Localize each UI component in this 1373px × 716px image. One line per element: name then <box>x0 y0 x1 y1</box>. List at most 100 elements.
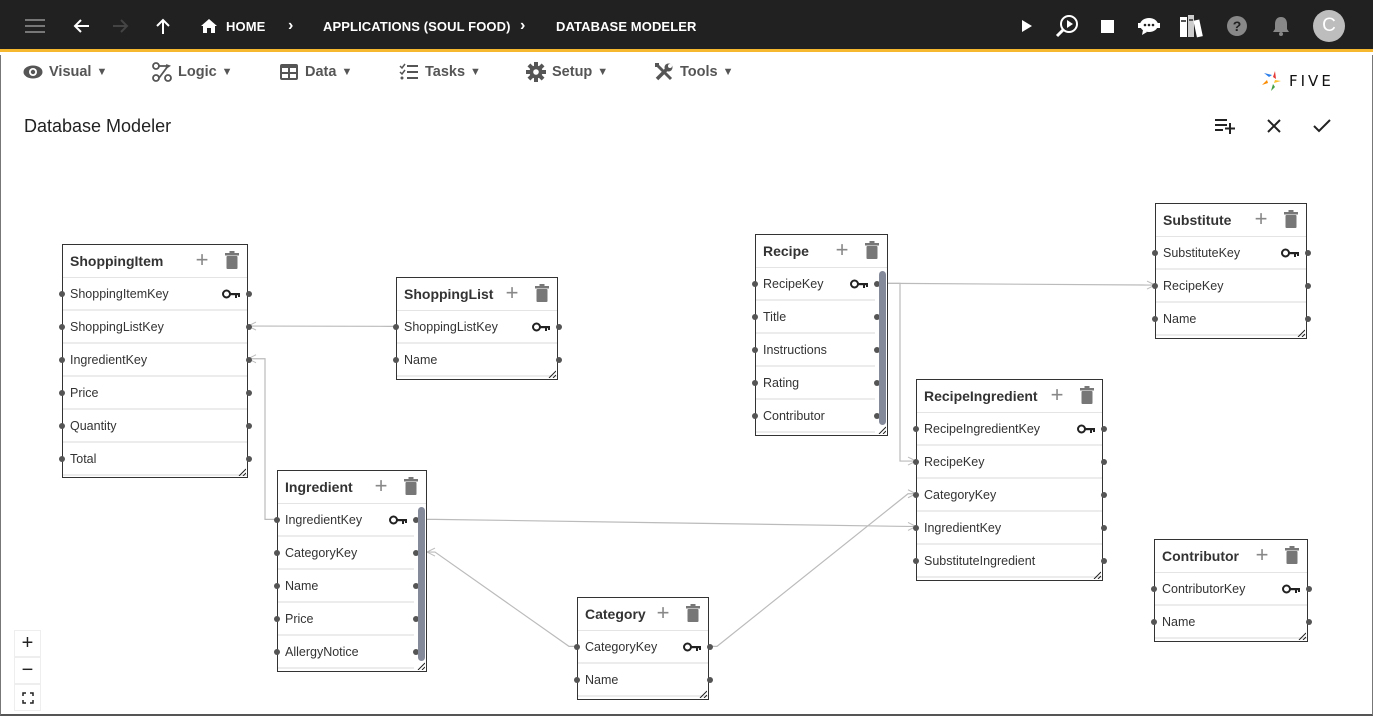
field-row[interactable]: ShoppingItemKey <box>59 278 252 311</box>
relationship-line[interactable] <box>709 493 916 647</box>
field-row[interactable]: Name <box>274 570 419 603</box>
field-row[interactable]: CategoryKey <box>574 631 713 664</box>
right-connector-handle[interactable] <box>246 324 252 330</box>
delete-table-button[interactable] <box>1285 546 1305 566</box>
left-connector-handle[interactable] <box>274 649 280 655</box>
left-connector-handle[interactable] <box>913 492 919 498</box>
field-row[interactable]: Title <box>752 301 880 334</box>
delete-table-button[interactable] <box>1284 210 1304 230</box>
table-header[interactable]: ShoppingList + <box>397 278 557 311</box>
delete-table-button[interactable] <box>865 241 885 261</box>
relationship-line[interactable] <box>427 518 916 528</box>
right-connector-handle[interactable] <box>1306 586 1312 592</box>
field-row[interactable]: SubstituteKey <box>1152 237 1311 270</box>
field-row[interactable]: Name <box>1151 606 1312 639</box>
left-connector-handle[interactable] <box>752 281 758 287</box>
resize-handle[interactable] <box>238 468 246 477</box>
field-row[interactable]: Rating <box>752 367 880 400</box>
right-connector-handle[interactable] <box>707 677 713 683</box>
add-field-button[interactable]: + <box>191 249 213 272</box>
left-connector-handle[interactable] <box>752 314 758 320</box>
table-scrollbar[interactable] <box>879 271 886 425</box>
resize-handle[interactable] <box>1298 632 1306 641</box>
field-row[interactable]: Total <box>59 443 252 476</box>
left-connector-handle[interactable] <box>59 291 65 297</box>
field-row[interactable]: Price <box>274 603 419 636</box>
delete-table-button[interactable] <box>535 284 555 304</box>
field-row[interactable]: IngredientKey <box>274 504 419 537</box>
left-connector-handle[interactable] <box>59 324 65 330</box>
table-header[interactable]: ShoppingItem + <box>63 245 247 278</box>
field-row[interactable]: Instructions <box>752 334 880 367</box>
field-row[interactable]: RecipeKey <box>913 446 1107 479</box>
field-row[interactable]: Name <box>1152 303 1311 336</box>
left-connector-handle[interactable] <box>59 423 65 429</box>
left-connector-handle[interactable] <box>1152 316 1158 322</box>
relationship-line[interactable] <box>427 551 577 647</box>
right-connector-handle[interactable] <box>1305 283 1311 289</box>
left-connector-handle[interactable] <box>59 456 65 462</box>
left-connector-handle[interactable] <box>913 426 919 432</box>
right-connector-handle[interactable] <box>556 324 562 330</box>
right-connector-handle[interactable] <box>556 357 562 363</box>
table-header[interactable]: Recipe + <box>756 235 887 268</box>
left-connector-handle[interactable] <box>752 347 758 353</box>
delete-table-button[interactable] <box>404 477 424 497</box>
field-row[interactable]: SubstituteIngredient <box>913 545 1107 578</box>
left-connector-handle[interactable] <box>1151 619 1157 625</box>
left-connector-handle[interactable] <box>59 357 65 363</box>
right-connector-handle[interactable] <box>246 291 252 297</box>
right-connector-handle[interactable] <box>246 456 252 462</box>
left-connector-handle[interactable] <box>752 413 758 419</box>
right-connector-handle[interactable] <box>1101 426 1107 432</box>
left-connector-handle[interactable] <box>913 525 919 531</box>
relationship-line[interactable] <box>888 282 1155 286</box>
right-connector-handle[interactable] <box>246 357 252 363</box>
table-category[interactable]: Category + CategoryKey Name <box>574 597 713 701</box>
table-ingredient[interactable]: Ingredient + IngredientKey CategoryKey Name P… <box>274 470 427 672</box>
field-row[interactable]: Name <box>574 664 713 697</box>
resize-handle[interactable] <box>1297 329 1305 338</box>
zoom-out-button[interactable]: − <box>14 657 41 684</box>
table-header[interactable]: Contributor + <box>1155 540 1307 573</box>
add-field-button[interactable]: + <box>501 282 523 305</box>
left-connector-handle[interactable] <box>913 459 919 465</box>
left-connector-handle[interactable] <box>59 390 65 396</box>
table-header[interactable]: Substitute + <box>1156 204 1306 237</box>
left-connector-handle[interactable] <box>574 677 580 683</box>
table-shopping-list[interactable]: ShoppingList + ShoppingListKey Name <box>393 277 562 381</box>
add-field-button[interactable]: + <box>831 239 853 262</box>
left-connector-handle[interactable] <box>393 357 399 363</box>
resize-handle[interactable] <box>1093 571 1101 579</box>
table-header[interactable]: RecipeIngredient + <box>917 380 1102 413</box>
field-row[interactable]: ShoppingListKey <box>393 311 562 344</box>
table-recipe-ingredient[interactable]: RecipeIngredient + RecipeIngredientKey Reci… <box>913 379 1107 581</box>
field-row[interactable]: CategoryKey <box>913 479 1107 512</box>
table-header[interactable]: Category + <box>578 598 708 631</box>
add-field-button[interactable]: + <box>370 475 392 498</box>
add-field-button[interactable]: + <box>1250 208 1272 231</box>
left-connector-handle[interactable] <box>1151 586 1157 592</box>
left-connector-handle[interactable] <box>393 324 399 330</box>
fit-view-button[interactable] <box>14 684 41 711</box>
field-row[interactable]: Name <box>393 344 562 377</box>
right-connector-handle[interactable] <box>707 644 713 650</box>
field-row[interactable]: IngredientKey <box>59 344 252 377</box>
relationship-line[interactable] <box>888 282 916 462</box>
field-row[interactable]: Quantity <box>59 410 252 443</box>
zoom-in-button[interactable]: + <box>14 630 41 657</box>
left-connector-handle[interactable] <box>274 616 280 622</box>
right-connector-handle[interactable] <box>1101 558 1107 564</box>
diagram-canvas[interactable]: ShoppingItem + ShoppingItemKey ShoppingList… <box>0 0 1373 716</box>
resize-handle[interactable] <box>878 426 886 434</box>
table-shopping-item[interactable]: ShoppingItem + ShoppingItemKey ShoppingList… <box>59 244 252 479</box>
relationship-line[interactable] <box>248 358 277 520</box>
left-connector-handle[interactable] <box>574 644 580 650</box>
table-scrollbar[interactable] <box>418 507 425 661</box>
delete-table-button[interactable] <box>225 251 245 271</box>
field-row[interactable]: CategoryKey <box>274 537 419 570</box>
resize-handle[interactable] <box>699 690 707 699</box>
right-connector-handle[interactable] <box>1305 316 1311 322</box>
right-connector-handle[interactable] <box>246 390 252 396</box>
resize-handle[interactable] <box>548 370 556 379</box>
